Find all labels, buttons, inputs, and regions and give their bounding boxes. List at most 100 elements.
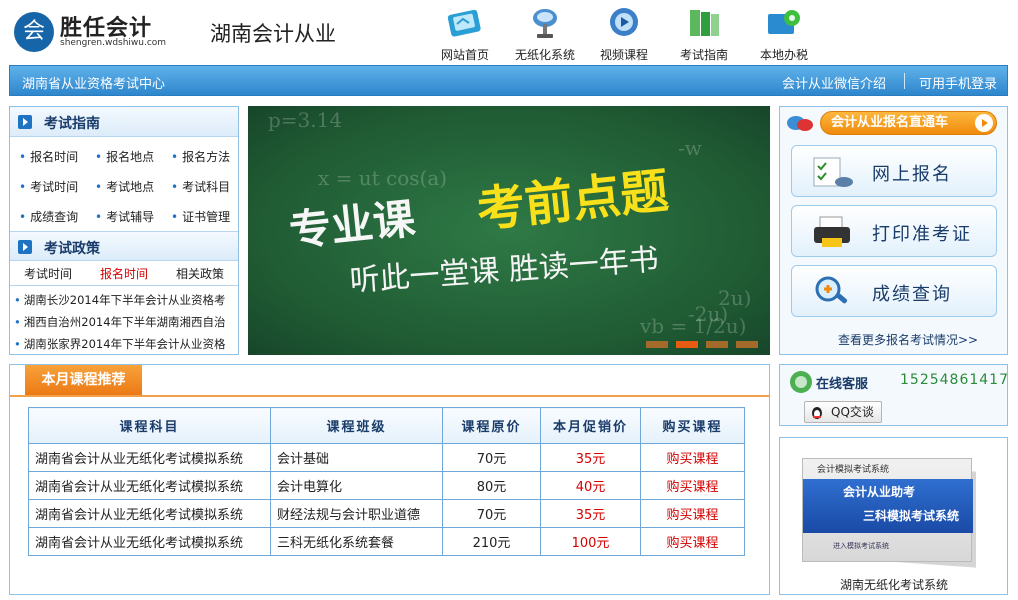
logo-mark[interactable]: 会 [14, 12, 54, 52]
print-ticket-button[interactable]: 打印准考证 [791, 205, 997, 257]
guide-link[interactable]: 报名时间 [19, 148, 78, 165]
course-subject: 湖南省会计从业无纸化考试模拟系统 [28, 499, 271, 528]
promo-price: 40元 [540, 471, 641, 500]
slide-dot[interactable] [736, 341, 758, 348]
score-query-button[interactable]: 成绩查询 [791, 265, 997, 317]
printer-icon [814, 216, 850, 247]
guide-link[interactable]: 报名地点 [95, 148, 154, 165]
signup-express-button[interactable]: 会计从业报名直通车 [820, 111, 997, 135]
mobile-login-link[interactable]: 可用手机登录 [919, 73, 997, 92]
wechat-intro-link[interactable]: 会计从业微信介绍 [782, 73, 886, 92]
box-line1: 会计从业助考 [843, 485, 916, 499]
qq-chat-button[interactable]: QQ交谈 [804, 401, 882, 423]
arrow-right-icon [975, 114, 993, 132]
magnifier-icon [815, 276, 848, 304]
headset-globe-icon [790, 371, 812, 393]
news-item[interactable]: 湖南张家界2014年下半年会计从业资格 [14, 336, 236, 352]
news-item[interactable]: 湖南长沙2014年下半年会计从业资格考 [14, 292, 236, 308]
product-caption[interactable]: 湖南无纸化考试系统 [840, 576, 948, 593]
more-signup-link[interactable]: 查看更多报名考试情况>> [838, 331, 978, 348]
buy-course-link[interactable]: 购买课程 [640, 471, 745, 500]
guide-link[interactable]: 考试地点 [95, 178, 154, 195]
box-line2: 三科模拟考试系统 [863, 509, 960, 523]
slide-dot-active[interactable] [676, 341, 698, 348]
original-price: 70元 [442, 499, 541, 528]
tab-signup-time[interactable]: 报名时间 [100, 265, 148, 282]
guide-title: 考试指南 [44, 116, 100, 132]
service-title: 在线客服 [816, 377, 869, 392]
buy-course-link[interactable]: 购买课程 [640, 527, 745, 556]
nav-video[interactable]: 视频课程 [589, 4, 659, 63]
signup-express-label: 会计从业报名直通车 [831, 115, 949, 130]
top-bar: 湖南省从业资格考试中心 会计从业微信介绍 可用手机登录 [9, 65, 1008, 96]
nav-tax-label: 本地办税 [759, 48, 808, 62]
nav-guide-label: 考试指南 [679, 48, 728, 62]
buy-course-link[interactable]: 购买课程 [640, 499, 745, 528]
product-panel[interactable]: 会计模拟考试系统 会计从业助考 三科模拟考试系统 进入模拟考试系统 湖南无纸化考… [779, 437, 1008, 595]
original-price: 80元 [442, 471, 541, 500]
promo-banner[interactable]: p=3.14 x = ut cos(a) 2u) -2u) vb = 1/2u)… [248, 106, 770, 355]
guide-link[interactable]: 考试时间 [19, 178, 78, 195]
gear-folder-icon [768, 10, 800, 34]
slide-dot[interactable] [706, 341, 728, 348]
banner-headline-yellow: 考前点题 [474, 162, 672, 239]
print-ticket-label: 打印准考证 [872, 224, 972, 245]
course-class: 会计电算化 [270, 471, 443, 500]
policy-title: 考试政策 [44, 241, 100, 257]
tab-related-policy[interactable]: 相关政策 [176, 265, 224, 282]
col-buy: 购买课程 [640, 407, 745, 444]
policy-header: 考试政策 [10, 231, 238, 261]
course-tab[interactable]: 本月课程推荐 [25, 365, 142, 395]
buy-course-link[interactable]: 购买课程 [640, 443, 745, 472]
news-item[interactable]: 湘西自治州2014年下半年湖南湘西自治 [14, 314, 236, 330]
table-row: 湖南省会计从业无纸化考试模拟系统 三科无纸化系统套餐 210元 100元 购买课… [28, 527, 745, 556]
col-original-price: 课程原价 [442, 407, 541, 444]
chalk-formula: x = ut cos(a) [318, 166, 448, 190]
nav-paperless[interactable]: 无纸化系统 [510, 4, 580, 63]
book-icon [447, 9, 481, 37]
col-subject: 课程科目 [28, 407, 271, 444]
guide-header: 考试指南 [10, 107, 238, 137]
form-icon [813, 157, 853, 187]
table-header-row: 课程科目 课程班级 课程原价 本月促销价 购买课程 [28, 407, 745, 444]
course-subject: 湖南省会计从业无纸化考试模拟系统 [28, 527, 271, 556]
nav-tax[interactable]: 本地办税 [749, 4, 819, 63]
online-signup-button[interactable]: 网上报名 [791, 145, 997, 197]
guide-panel: 考试指南 报名时间 报名地点 报名方法 考试时间 考试地点 考试科目 成绩查询 … [9, 106, 239, 355]
chalk-formula: p=3.14 [268, 108, 343, 132]
guide-link[interactable]: 考试科目 [171, 178, 230, 195]
service-phone: 15254861417 [900, 372, 1009, 388]
box-blue-band: 会计从业助考 三科模拟考试系统 [803, 479, 973, 533]
nav-guide[interactable]: 考试指南 [669, 4, 739, 63]
box-top-label: 会计模拟考试系统 [817, 465, 890, 475]
nav-home[interactable]: 网站首页 [430, 4, 500, 63]
site-title: 湖南会计从业 [210, 22, 336, 46]
chat-bubbles-icon [787, 116, 813, 131]
tab-exam-time[interactable]: 考试时间 [24, 265, 72, 282]
score-query-label: 成绩查询 [872, 284, 952, 305]
satellite-dish-icon [533, 9, 557, 38]
col-promo-price: 本月促销价 [540, 407, 641, 444]
guide-link[interactable]: 报名方法 [171, 148, 230, 165]
course-class: 财经法规与会计职业道德 [270, 499, 443, 528]
course-table: 课程科目 课程班级 课程原价 本月促销价 购买课程 湖南省会计从业无纸化考试模拟… [28, 407, 745, 556]
guide-link[interactable]: 成绩查询 [19, 208, 78, 225]
guide-link[interactable]: 考试辅导 [95, 208, 154, 225]
chalk-formula: vb = 1/2u) [640, 314, 747, 338]
online-signup-label: 网上报名 [872, 164, 952, 185]
original-price: 210元 [442, 527, 541, 556]
banner-headline-white: 专业课 [286, 193, 418, 256]
video-globe-icon [610, 8, 638, 36]
qq-penguin-icon [812, 407, 822, 419]
col-class: 课程班级 [270, 407, 443, 444]
guide-link[interactable]: 证书管理 [171, 208, 230, 225]
nav-paperless-label: 无纸化系统 [514, 48, 575, 62]
table-row: 湖南省会计从业无纸化考试模拟系统 会计基础 70元 35元 购买课程 [28, 443, 745, 472]
signup-panel: 会计从业报名直通车 网上报名 打印准考证 成绩查询 查看更多报名考试情况>> [779, 106, 1008, 355]
qq-chat-label: QQ交谈 [831, 405, 874, 419]
course-class: 三科无纸化系统套餐 [270, 527, 443, 556]
box-small-label: 进入模拟考试系统 [833, 542, 889, 550]
chalk-formula: -w [678, 136, 702, 160]
slide-dot[interactable] [646, 341, 668, 348]
arrow-icon [18, 115, 32, 129]
